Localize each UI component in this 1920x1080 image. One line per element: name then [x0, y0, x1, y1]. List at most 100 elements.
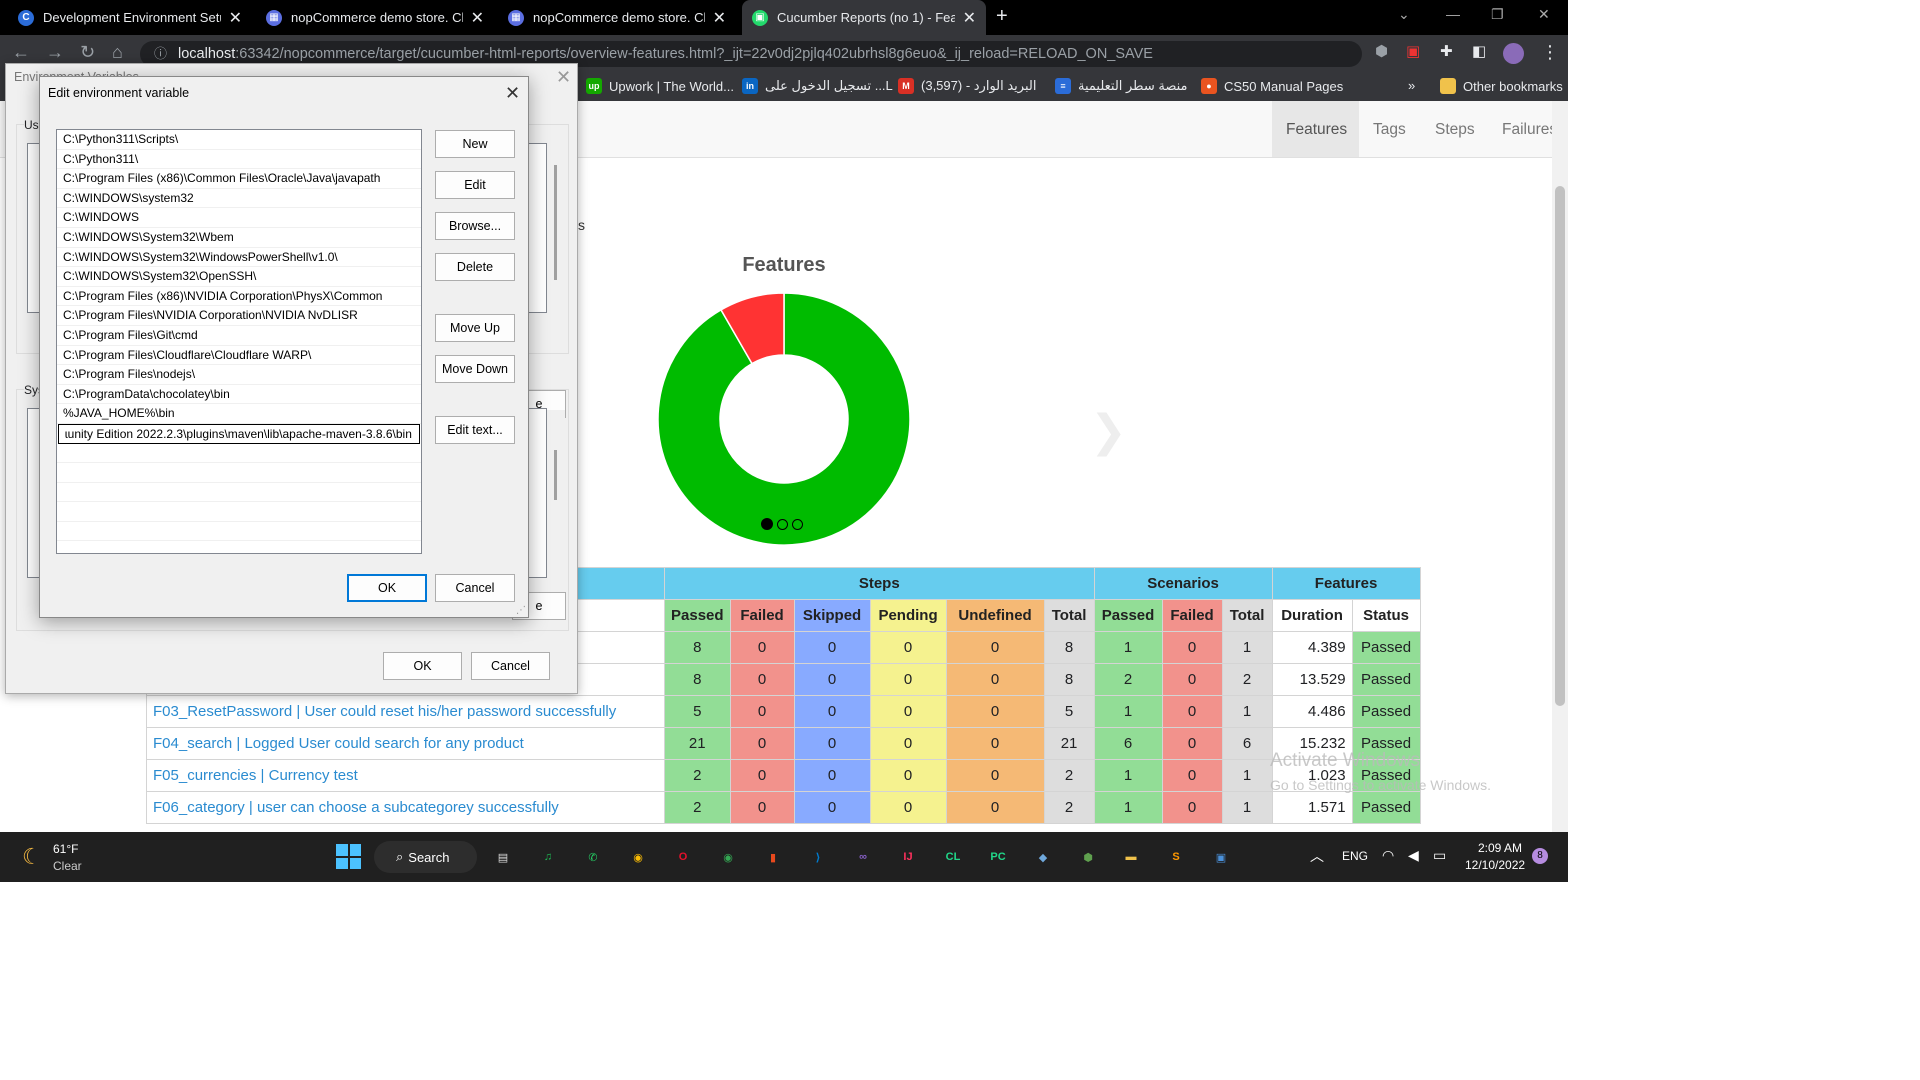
- back-icon[interactable]: ←: [12, 42, 30, 63]
- battery-icon[interactable]: ▭: [1433, 847, 1446, 864]
- col-header-undefined[interactable]: Undefined: [945, 599, 1045, 632]
- clock-date[interactable]: 12/10/2022: [1465, 858, 1525, 872]
- col-header-pending[interactable]: Pending: [869, 599, 947, 632]
- path-entry[interactable]: C:\Program Files\NVIDIA Corporation\NVID…: [57, 306, 421, 326]
- wifi-icon[interactable]: ◠: [1382, 847, 1394, 864]
- taskbar-search-box[interactable]: ⌕ Search: [374, 841, 477, 873]
- tab-search-icon[interactable]: ⌄: [1398, 6, 1410, 23]
- col-header-failed[interactable]: Failed: [729, 599, 795, 632]
- clock-time[interactable]: 2:09 AM: [1478, 841, 1522, 855]
- nav-features[interactable]: Features: [1272, 101, 1359, 157]
- browser-tab[interactable]: ▦ nopCommerce demo store. Chec ✕: [256, 0, 494, 35]
- bookmark-item[interactable]: up Upwork | The World...: [586, 78, 734, 94]
- chrome-profile-icon[interactable]: ◉: [715, 844, 741, 870]
- restore-icon[interactable]: ❐: [1491, 6, 1504, 23]
- intellij-icon[interactable]: IJ: [895, 844, 921, 870]
- bookmark-item[interactable]: in تسجيل الدخول على ...L: [742, 78, 893, 94]
- path-entry[interactable]: C:\Program Files (x86)\NVIDIA Corporatio…: [57, 287, 421, 307]
- extension-shield-icon[interactable]: ⬢: [1375, 42, 1388, 60]
- forward-icon[interactable]: →: [46, 42, 64, 63]
- path-entry[interactable]: C:\WINDOWS\System32\OpenSSH\: [57, 267, 421, 287]
- opera-icon[interactable]: O: [670, 844, 696, 870]
- other-bookmarks[interactable]: Other bookmarks: [1440, 78, 1563, 94]
- language-indicator[interactable]: ENG: [1342, 849, 1368, 863]
- carousel-dot-active[interactable]: [761, 518, 773, 530]
- bookmark-item[interactable]: M البريد الوارد - (3,597): [898, 78, 1036, 94]
- user-list-scrollbar[interactable]: [547, 145, 565, 311]
- move-up-button[interactable]: Move Up: [435, 314, 515, 342]
- profile-avatar[interactable]: [1503, 43, 1524, 64]
- browser-tab[interactable]: C Development Environment Setup ✕: [8, 0, 252, 35]
- page-scrollbar[interactable]: [1552, 101, 1568, 832]
- env-dialog-close-icon[interactable]: ✕: [556, 67, 571, 88]
- browse-button[interactable]: Browse...: [435, 212, 515, 240]
- clion-icon[interactable]: CL: [940, 844, 966, 870]
- new-button[interactable]: New: [435, 130, 515, 158]
- col-header-status[interactable]: Status: [1351, 599, 1421, 632]
- browser-tab[interactable]: ▦ nopCommerce demo store. Chec ✕: [498, 0, 736, 35]
- feature-name-link[interactable]: F06_category | user can choose a subcate…: [146, 791, 665, 824]
- whatsapp-icon[interactable]: ✆: [580, 844, 606, 870]
- notification-badge[interactable]: 8: [1532, 848, 1548, 864]
- resize-grip-icon[interactable]: ⋰: [516, 605, 526, 616]
- tab-close-icon[interactable]: ✕: [963, 8, 976, 28]
- menu-kebab-icon[interactable]: ⋮: [1541, 42, 1559, 63]
- edit-dialog-close-icon[interactable]: ✕: [505, 83, 520, 104]
- feature-name-link[interactable]: F05_currencies | Currency test: [146, 759, 665, 792]
- path-entry[interactable]: C:\Program Files\Cloudflare\Cloudflare W…: [57, 346, 421, 366]
- bookmark-item[interactable]: ≡ منصة سطر التعليمية: [1055, 78, 1187, 94]
- office-icon[interactable]: ▮: [760, 844, 786, 870]
- feature-name-link[interactable]: F04_search | Logged User could search fo…: [146, 727, 665, 760]
- tab-close-icon[interactable]: ✕: [471, 8, 484, 28]
- nodejs-icon[interactable]: ⬢: [1075, 844, 1101, 870]
- path-entry[interactable]: %JAVA_HOME%\bin: [57, 404, 421, 424]
- nav-tags[interactable]: Tags: [1359, 101, 1420, 157]
- delete-button[interactable]: Delete: [435, 253, 515, 281]
- new-tab-button[interactable]: +: [996, 5, 1008, 28]
- path-entry[interactable]: C:\WINDOWS: [57, 208, 421, 228]
- volume-icon[interactable]: ◀: [1408, 847, 1419, 864]
- nav-steps[interactable]: Steps: [1421, 101, 1489, 157]
- vscode-icon[interactable]: ⟩: [805, 844, 831, 870]
- browser-tab[interactable]: ▣ Cucumber Reports (no 1) - Featu ✕: [742, 0, 986, 35]
- visual-studio-icon[interactable]: ∞: [850, 844, 876, 870]
- bookmark-item[interactable]: ● CS50 Manual Pages: [1201, 78, 1343, 94]
- home-icon[interactable]: ⌂: [112, 42, 123, 63]
- col-header-passed[interactable]: Passed: [1093, 599, 1163, 632]
- col-header-duration[interactable]: Duration: [1271, 599, 1353, 632]
- path-entry[interactable]: C:\WINDOWS\system32: [57, 189, 421, 209]
- sublime-icon[interactable]: S: [1163, 844, 1189, 870]
- close-window-icon[interactable]: ✕: [1538, 6, 1550, 23]
- edit-cancel-button[interactable]: Cancel: [435, 574, 515, 602]
- col-header-skipped[interactable]: Skipped: [793, 599, 871, 632]
- col-header-passed[interactable]: Passed: [664, 599, 731, 632]
- edit-text-button[interactable]: Edit text...: [435, 416, 515, 444]
- path-entry[interactable]: C:\ProgramData\chocolatey\bin: [57, 385, 421, 405]
- path-entry[interactable]: C:\Python311\Scripts\: [57, 130, 421, 150]
- edit-button[interactable]: Edit: [435, 171, 515, 199]
- side-panel-icon[interactable]: ◧: [1472, 42, 1486, 60]
- path-entry[interactable]: C:\WINDOWS\System32\Wbem: [57, 228, 421, 248]
- edit-ok-button[interactable]: OK: [347, 574, 427, 602]
- reload-icon[interactable]: ↻: [80, 42, 95, 63]
- spotify-icon[interactable]: ♫: [535, 844, 561, 870]
- tab-close-icon[interactable]: ✕: [713, 8, 726, 28]
- scrollbar-thumb[interactable]: [1555, 186, 1565, 706]
- bookmarks-overflow-icon[interactable]: »: [1408, 78, 1415, 93]
- path-entry[interactable]: C:\Program Files\Git\cmd: [57, 326, 421, 346]
- virtualbox-icon[interactable]: ◆: [1030, 844, 1056, 870]
- carousel-dot[interactable]: [792, 519, 803, 530]
- minimize-icon[interactable]: —: [1446, 6, 1460, 22]
- path-entry[interactable]: C:\WINDOWS\System32\WindowsPowerShell\v1…: [57, 248, 421, 268]
- path-edit-input[interactable]: ɩunity Edition 2022.2.3\plugins\maven\li…: [58, 423, 420, 444]
- carousel-next-icon[interactable]: ❯: [1090, 406, 1127, 457]
- extension-pdf-icon[interactable]: ▣: [1406, 42, 1420, 60]
- path-entry[interactable]: C:\Program Files (x86)\Common Files\Orac…: [57, 169, 421, 189]
- col-header-failed[interactable]: Failed: [1161, 599, 1223, 632]
- weather-temp[interactable]: 61°F: [53, 842, 78, 856]
- env-ok-button[interactable]: OK: [383, 652, 462, 680]
- path-entries-list[interactable]: C:\Python311\Scripts\ C:\Python311\ C:\Pro…: [56, 129, 422, 554]
- system-list-scrollbar[interactable]: [547, 410, 565, 576]
- tab-close-icon[interactable]: ✕: [229, 8, 242, 28]
- col-header-total[interactable]: Total: [1043, 599, 1095, 632]
